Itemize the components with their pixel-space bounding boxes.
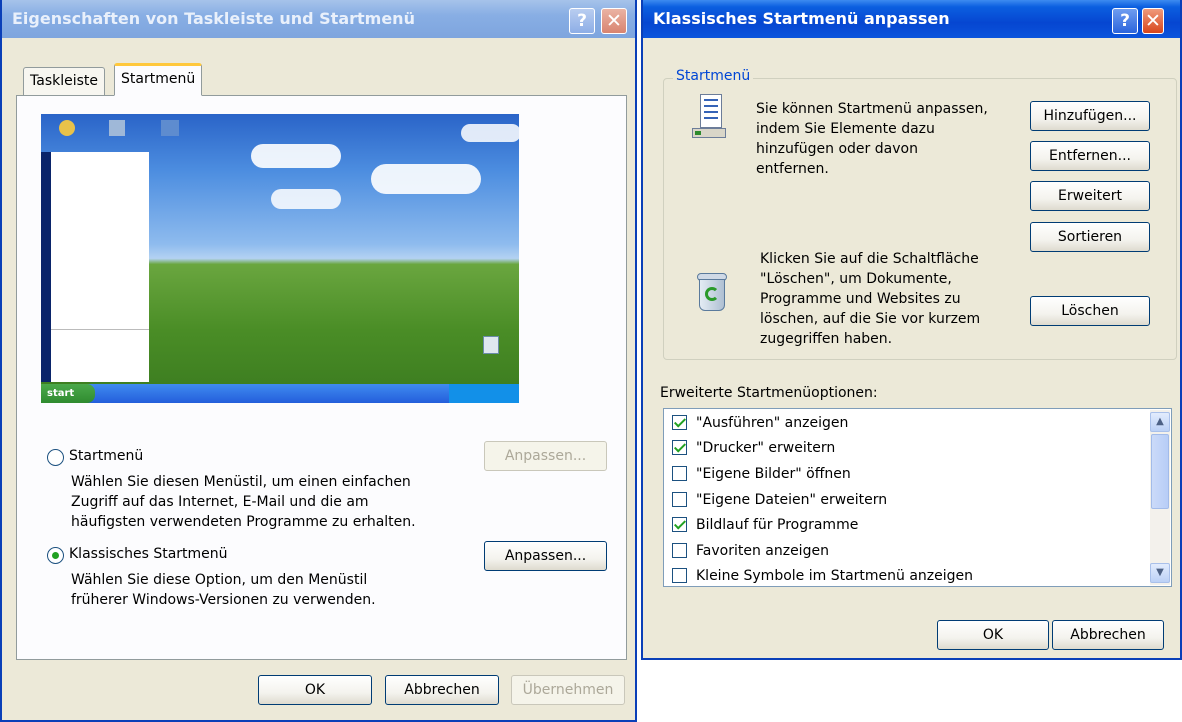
description-line: Programme und Websites zu	[760, 291, 961, 307]
sort-button[interactable]: Sortieren	[1030, 222, 1150, 252]
description-line: Wählen Sie diese Option, um den Menüstil	[71, 572, 368, 588]
customize-startmenu-button[interactable]: Anpassen...	[484, 441, 607, 471]
description-line: Sie können Startmenü anpassen,	[756, 101, 988, 117]
taskbar-properties-dialog: Eigenschaften von Taskleiste und Startme…	[0, 0, 637, 722]
description-line: "Löschen", um Dokumente,	[760, 271, 952, 287]
startmenu-group-title: Startmenü	[673, 68, 754, 84]
title-bar[interactable]: Klassisches Startmenü anpassen ? ✕	[643, 0, 1180, 38]
radio-classic-startmenue[interactable]	[47, 547, 64, 564]
description-line: löschen, auf die Sie vor kurzem	[760, 311, 981, 327]
description-line: Wählen Sie diesen Menüstil, um einen ein…	[71, 474, 411, 490]
checkbox[interactable]	[672, 466, 687, 481]
tab-startmenue[interactable]: Startmenü	[114, 63, 203, 96]
close-button[interactable]: ✕	[601, 8, 627, 34]
option-label: Bildlauf für Programme	[696, 517, 859, 533]
customize-description: Sie können Startmenü anpassen, indem Sie…	[756, 99, 988, 179]
advanced-options-label: Erweiterte Startmenüoptionen:	[660, 385, 878, 401]
add-button[interactable]: Hinzufügen...	[1030, 101, 1150, 131]
checkbox[interactable]	[672, 415, 687, 430]
checkbox[interactable]	[672, 440, 687, 455]
description-line: häufigsten verwendeten Programme zu erha…	[71, 514, 416, 530]
scroll-thumb[interactable]	[1151, 434, 1169, 509]
apply-button[interactable]: Übernehmen	[511, 675, 625, 705]
title-bar[interactable]: Eigenschaften von Taskleiste und Startme…	[2, 0, 635, 38]
help-button[interactable]: ?	[569, 8, 595, 34]
ok-button[interactable]: OK	[258, 675, 372, 705]
radio-classic-startmenue-label: Klassisches Startmenü	[69, 546, 228, 562]
option-label: "Eigene Bilder" öffnen	[696, 466, 851, 482]
clear-description: Klicken Sie auf die Schaltfläche "Lösche…	[760, 249, 980, 349]
list-scrollbar[interactable]: ▲ ▼	[1150, 410, 1170, 585]
radio-startmenue[interactable]	[47, 449, 64, 466]
option-label: Kleine Symbole im Startmenü anzeigen	[696, 568, 974, 584]
option-label: Favoriten anzeigen	[696, 543, 829, 559]
option-label: "Drucker" erweitern	[696, 440, 836, 456]
help-button[interactable]: ?	[1112, 8, 1138, 34]
checkbox[interactable]	[672, 568, 687, 583]
scroll-up-icon[interactable]: ▲	[1150, 412, 1170, 432]
radio-startmenue-label: Startmenü	[69, 448, 144, 464]
checkbox[interactable]	[672, 517, 687, 532]
startmenue-description: Wählen Sie diesen Menüstil, um einen ein…	[71, 472, 416, 532]
description-line: zugegriffen haben.	[760, 331, 893, 347]
description-line: früherer Windows-Versionen zu verwenden.	[71, 592, 376, 608]
close-button[interactable]: ✕	[1142, 8, 1164, 34]
preview-start-button: start	[41, 384, 95, 403]
start-menu-preview-image: start	[41, 114, 519, 403]
ok-button[interactable]: OK	[937, 620, 1049, 650]
description-line: Klicken Sie auf die Schaltfläche	[760, 251, 979, 267]
recycle-bin-icon	[695, 273, 729, 313]
customize-classic-button[interactable]: Anpassen...	[484, 541, 607, 571]
dialog-title: Klassisches Startmenü anpassen	[653, 9, 950, 28]
description-line: Zugriff auf das Internet, E-Mail und die…	[71, 494, 369, 510]
startmenu-tab-page: start Startmenü Wählen Sie diesen Menüst…	[16, 95, 627, 660]
dialog-title: Eigenschaften von Taskleiste und Startme…	[12, 9, 415, 28]
checkbox[interactable]	[672, 492, 687, 507]
description-line: hinzufügen oder davon	[756, 141, 918, 157]
checkbox[interactable]	[672, 543, 687, 558]
cancel-button[interactable]: Abbrechen	[385, 675, 499, 705]
advanced-options-list[interactable]: "Ausführen" anzeigen "Drucker" erweitern…	[663, 408, 1172, 587]
description-line: entfernen.	[756, 161, 829, 177]
startmenu-icon	[692, 94, 726, 140]
clear-button[interactable]: Löschen	[1030, 296, 1150, 326]
scroll-down-icon[interactable]: ▼	[1150, 563, 1170, 583]
advanced-button[interactable]: Erweitert	[1030, 181, 1150, 211]
cancel-button[interactable]: Abbrechen	[1052, 620, 1164, 650]
classic-startmenue-description: Wählen Sie diese Option, um den Menüstil…	[71, 570, 376, 610]
tab-taskleiste[interactable]: Taskleiste	[23, 67, 106, 95]
remove-button[interactable]: Entfernen...	[1030, 141, 1150, 171]
option-label: "Ausführen" anzeigen	[696, 415, 849, 431]
classic-startmenu-customize-dialog: Klassisches Startmenü anpassen ? ✕ Start…	[641, 0, 1182, 660]
option-label: "Eigene Dateien" erweitern	[696, 492, 888, 508]
description-line: indem Sie Elemente dazu	[756, 121, 935, 137]
